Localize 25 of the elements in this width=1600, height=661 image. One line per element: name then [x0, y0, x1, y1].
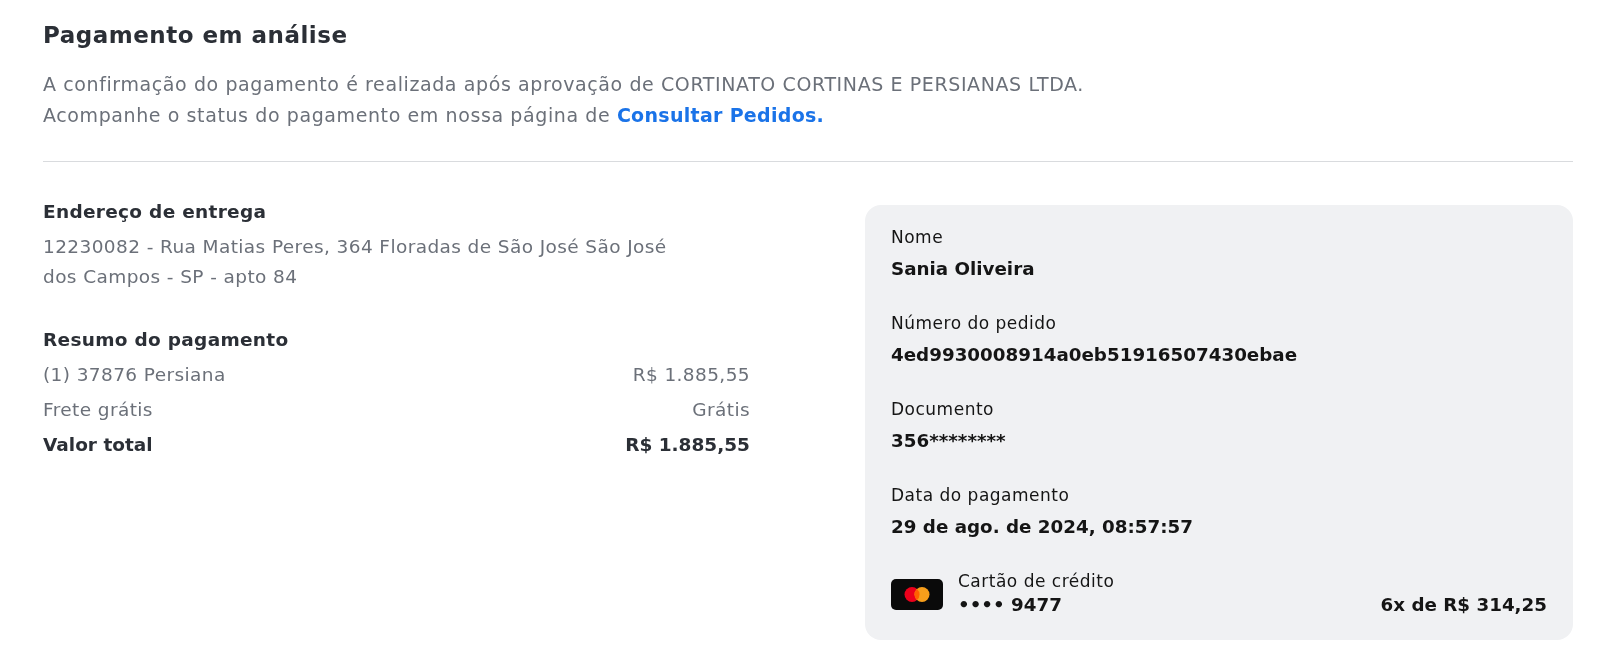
section-heading: Endereço de entrega: [43, 200, 268, 224]
page-title: Pagamento em análise: [43, 21, 349, 50]
summary-label: (1) 37876 Persiana: [43, 363, 226, 387]
summary-value: R$ 1.885,55: [632, 363, 750, 387]
info-text: A confirmação do pagamento é realizada após aprovação de CORTINATO CORTINAS E PERSIANAS LTDA.: [43, 72, 1085, 97]
summary-value: R$ 1.885,55: [625, 433, 750, 457]
field-label: Nome: [891, 226, 944, 248]
field-value: 4ed9930008914a0eb51916507430ebae: [891, 343, 1298, 367]
card-brand-icon: [891, 578, 943, 610]
field-value: 29 de ago. de 2024, 08:57:57: [891, 515, 1193, 539]
payment-method: Cartão de crédito: [958, 570, 1115, 592]
field-value: Sania Oliveira: [891, 257, 1035, 281]
orders-link[interactable]: Consultar Pedidos.: [616, 104, 825, 126]
summary-label: Frete grátis: [43, 398, 153, 422]
info-text: Acompanhe o status do pagamento em nossa página de Consultar Pedidos.: [43, 103, 826, 128]
summary-label: Valor total: [43, 433, 153, 457]
card-number: •••• 9477: [958, 593, 1062, 617]
field-value: 356********: [891, 429, 1006, 453]
field-label: Data do pagamento: [891, 484, 1070, 506]
summary-value: Grátis: [692, 398, 750, 422]
field-label: Documento: [891, 398, 994, 420]
address-text: 12230082 - Rua Matias Peres, 364 Floradas de São José São José dos Campos - SP - apto 84: [43, 235, 668, 289]
installments-text: 6x de R$ 314,25: [1380, 593, 1547, 617]
field-label: Número do pedido: [891, 312, 1057, 334]
section-heading: Resumo do pagamento: [43, 328, 290, 352]
